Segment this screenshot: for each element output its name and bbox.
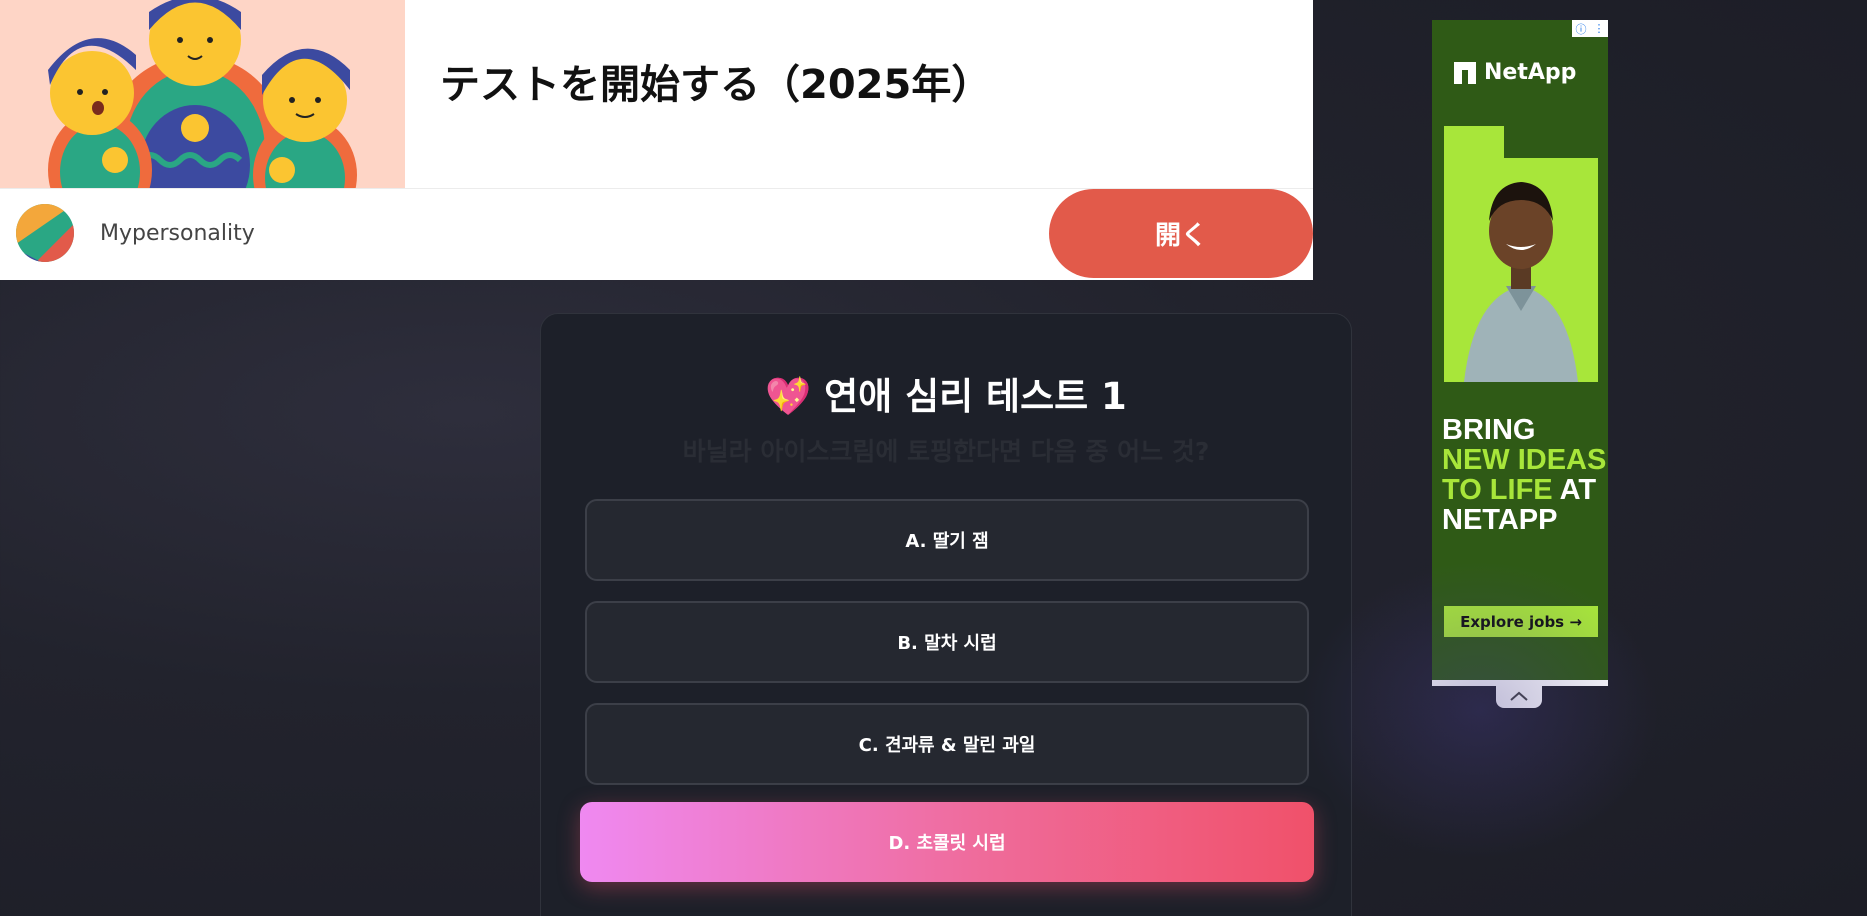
chevron-up-icon [1510,691,1528,701]
top-ad-banner[interactable]: テストを開始する（2025年） Mypersonality 開く [0,0,1313,280]
ad-tagline: BRING NEW IDEAS TO LIFE AT NETAPP [1442,414,1607,536]
ad-choices[interactable]: ⓘ ⋮ [1572,20,1608,37]
netapp-logo: NetApp [1454,60,1576,85]
quiz-question: 바닐라 아이스크림에 토핑한다면 다음 중 어느 것? [682,437,1210,466]
ad-headline[interactable]: テストを開始する（2025年） [440,52,991,110]
brand-name: Mypersonality [100,221,255,246]
option-d-button[interactable]: D. 초콜릿 시럽 [580,802,1314,882]
open-button[interactable]: 開く [1049,189,1313,278]
option-b-button[interactable]: B. 말차 시럽 [585,601,1309,683]
explore-jobs-button[interactable]: Explore jobs → [1444,606,1598,637]
ad-collapse-button[interactable] [1496,684,1542,708]
netapp-logo-text: NetApp [1484,60,1577,85]
quiz-card: 💖 연애 심리 테스트 1 바닐라 아이스크림에 토핑한다면 다음 중 어느 것… [540,313,1352,916]
brand-logo [16,204,74,262]
option-a-button[interactable]: A. 딸기 잼 [585,499,1309,581]
more-vert-icon[interactable]: ⋮ [1594,22,1605,35]
option-c-button[interactable]: C. 견과류 & 말린 과일 [585,703,1309,785]
quiz-title: 💖 연애 심리 테스트 1 [765,375,1127,418]
ad-illustration [0,0,405,188]
side-ad[interactable]: ⓘ ⋮ NetApp BRING NEW IDEAS TO LIFE AT NE… [1432,20,1608,686]
ad-photo [1444,126,1598,382]
netapp-mark-icon [1454,61,1476,84]
info-icon[interactable]: ⓘ [1576,21,1587,37]
